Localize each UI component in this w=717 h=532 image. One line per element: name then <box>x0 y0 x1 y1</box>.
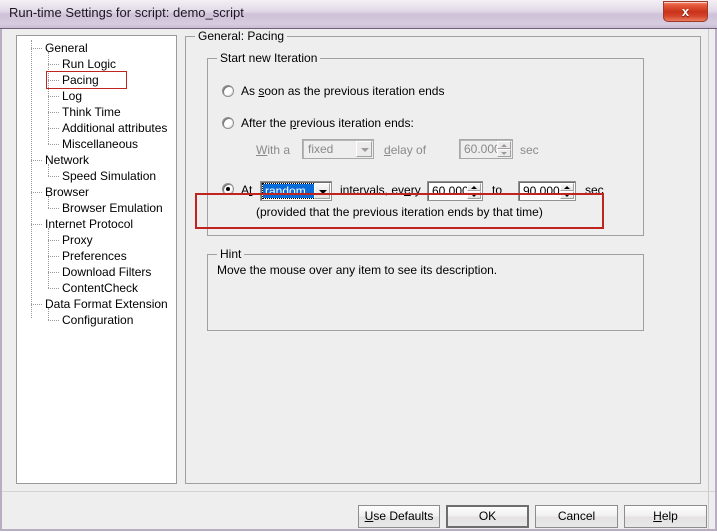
tree-item-label: Preferences <box>62 249 127 263</box>
fixed-delay-row: With a fixed delay of 60.000 sec <box>256 139 636 161</box>
tree-item-label: Configuration <box>62 313 134 327</box>
tree-item-label: Data Format Extension <box>45 297 168 311</box>
interval-mode-combo[interactable]: random <box>260 181 332 201</box>
interval-from-spinner[interactable]: 60.000 <box>427 181 483 201</box>
radio-asap[interactable] <box>222 85 234 97</box>
spinner-down-icon[interactable] <box>560 191 574 199</box>
start-new-iteration-group: Start new Iteration As soon as the previ… <box>207 51 644 236</box>
interval-from-value: 60.000 <box>432 184 469 198</box>
delay-value-spinner[interactable]: 60.000 <box>459 139 513 159</box>
tree-item-label: Additional attributes <box>62 121 168 135</box>
tree-item-pacing[interactable]: Pacing <box>17 72 176 88</box>
settings-tree[interactable]: General Run Logic Pacing Log Think Time Addit… <box>16 35 177 484</box>
runtime-settings-dialog: Run-time Settings for script: demo_scrip… <box>0 0 717 531</box>
spinner-down-icon[interactable] <box>467 191 481 199</box>
tree-item-label: General <box>45 41 88 55</box>
tree-item-label: Browser Emulation <box>62 201 163 215</box>
tree-item-browser[interactable]: Browser <box>17 184 176 200</box>
dialog-client-area: General Run Logic Pacing Log Think Time Addit… <box>2 29 715 529</box>
spinner-up-icon[interactable] <box>560 183 574 191</box>
tree-item-label: Run Logic <box>62 57 117 71</box>
delay-mode-value: fixed <box>308 142 334 156</box>
general-pacing-group: General: Pacing Start new Iteration As s… <box>185 29 701 484</box>
at-label: At <box>241 183 253 197</box>
tree-item-label: Think Time <box>62 105 121 119</box>
pacing-note: (provided that the previous iteration en… <box>256 205 543 219</box>
radio-asap-label: As soon as the previous iteration ends <box>241 84 445 98</box>
dialog-button-bar: Use Defaults OK Cancel Help <box>2 491 715 532</box>
tree-item-general[interactable]: General <box>17 40 176 56</box>
tree-item-additional-attributes[interactable]: Additional attributes <box>17 120 176 136</box>
tree-item-label: Download Filters <box>62 265 152 279</box>
close-icon: x <box>681 4 690 19</box>
tree-item-configuration[interactable]: Configuration <box>17 312 176 328</box>
tree-item-network[interactable]: Network <box>17 152 176 168</box>
close-button[interactable]: x <box>663 1 708 22</box>
radio-at-intervals[interactable] <box>222 183 234 195</box>
tree-item-browser-emulation[interactable]: Browser Emulation <box>17 200 176 216</box>
tree-item-data-format-extension[interactable]: Data Format Extension <box>17 296 176 312</box>
intervals-every-label: intervals, every <box>340 183 421 197</box>
interval-to-value: 90.000 <box>523 184 560 198</box>
tree-item-label: Proxy <box>62 233 93 247</box>
chevron-down-icon[interactable] <box>356 141 372 157</box>
tree-item-label: Browser <box>45 185 90 199</box>
right-edge-hairline <box>708 29 709 529</box>
radio-after-previous-label: After the previous iteration ends: <box>241 116 414 130</box>
help-button[interactable]: Help <box>624 505 707 528</box>
interval-sec-label: sec <box>585 183 604 197</box>
hint-title: Hint <box>217 247 245 261</box>
tree-item-label: Speed Simulation <box>62 169 157 183</box>
tree-item-miscellaneous[interactable]: Miscellaneous <box>17 136 176 152</box>
interval-to-spinner[interactable]: 90.000 <box>518 181 576 201</box>
tree-item-label: Network <box>45 153 90 167</box>
interval-mode-value: random <box>262 183 318 199</box>
interval-from-spinner-buttons[interactable] <box>467 183 481 199</box>
tree-item-proxy[interactable]: Proxy <box>17 232 176 248</box>
tree-item-internet-protocol[interactable]: Internet Protocol <box>17 216 176 232</box>
window-title: Run-time Settings for script: demo_scrip… <box>9 5 244 20</box>
spinner-up-icon[interactable] <box>467 183 481 191</box>
at-random-intervals-row[interactable]: At random intervals, every 60.000 to 90.… <box>222 179 642 201</box>
delay-mode-combo[interactable]: fixed <box>302 139 374 159</box>
tree-item-run-logic[interactable]: Run Logic <box>17 56 176 72</box>
tree-item-contentcheck[interactable]: ContentCheck <box>17 280 176 296</box>
tree-item-label: Pacing <box>62 73 99 87</box>
cancel-button[interactable]: Cancel <box>535 505 618 528</box>
spinner-down-icon[interactable] <box>497 149 511 157</box>
spinner-up-icon[interactable] <box>497 141 511 149</box>
use-defaults-button[interactable]: Use Defaults <box>358 505 440 528</box>
with-a-label: With a <box>256 143 291 157</box>
tree-item-log[interactable]: Log <box>17 88 176 104</box>
hint-text: Move the mouse over any item to see its … <box>217 263 498 277</box>
start-new-iteration-title: Start new Iteration <box>217 51 321 65</box>
hint-group: Hint Move the mouse over any item to see… <box>207 247 644 331</box>
chevron-down-icon[interactable] <box>314 183 330 199</box>
tree-item-label: Internet Protocol <box>45 217 134 231</box>
tree-item-download-filters[interactable]: Download Filters <box>17 264 176 280</box>
delay-sec-label: sec <box>520 143 539 157</box>
radio-after-previous[interactable] <box>222 117 234 129</box>
delay-value: 60.000 <box>464 142 501 156</box>
tree-item-label: Miscellaneous <box>62 137 139 151</box>
general-pacing-title: General: Pacing <box>195 29 288 43</box>
delay-of-label: delay of <box>384 143 427 157</box>
tree-item-label: Log <box>62 89 83 103</box>
tree-item-think-time[interactable]: Think Time <box>17 104 176 120</box>
ok-button[interactable]: OK <box>446 505 529 528</box>
to-label: to <box>492 183 503 197</box>
delay-spinner-buttons[interactable] <box>497 141 511 157</box>
tree-item-speed-simulation[interactable]: Speed Simulation <box>17 168 176 184</box>
tree-item-preferences[interactable]: Preferences <box>17 248 176 264</box>
interval-to-spinner-buttons[interactable] <box>560 183 574 199</box>
title-bar: Run-time Settings for script: demo_scrip… <box>0 0 717 29</box>
tree-item-label: ContentCheck <box>62 281 139 295</box>
